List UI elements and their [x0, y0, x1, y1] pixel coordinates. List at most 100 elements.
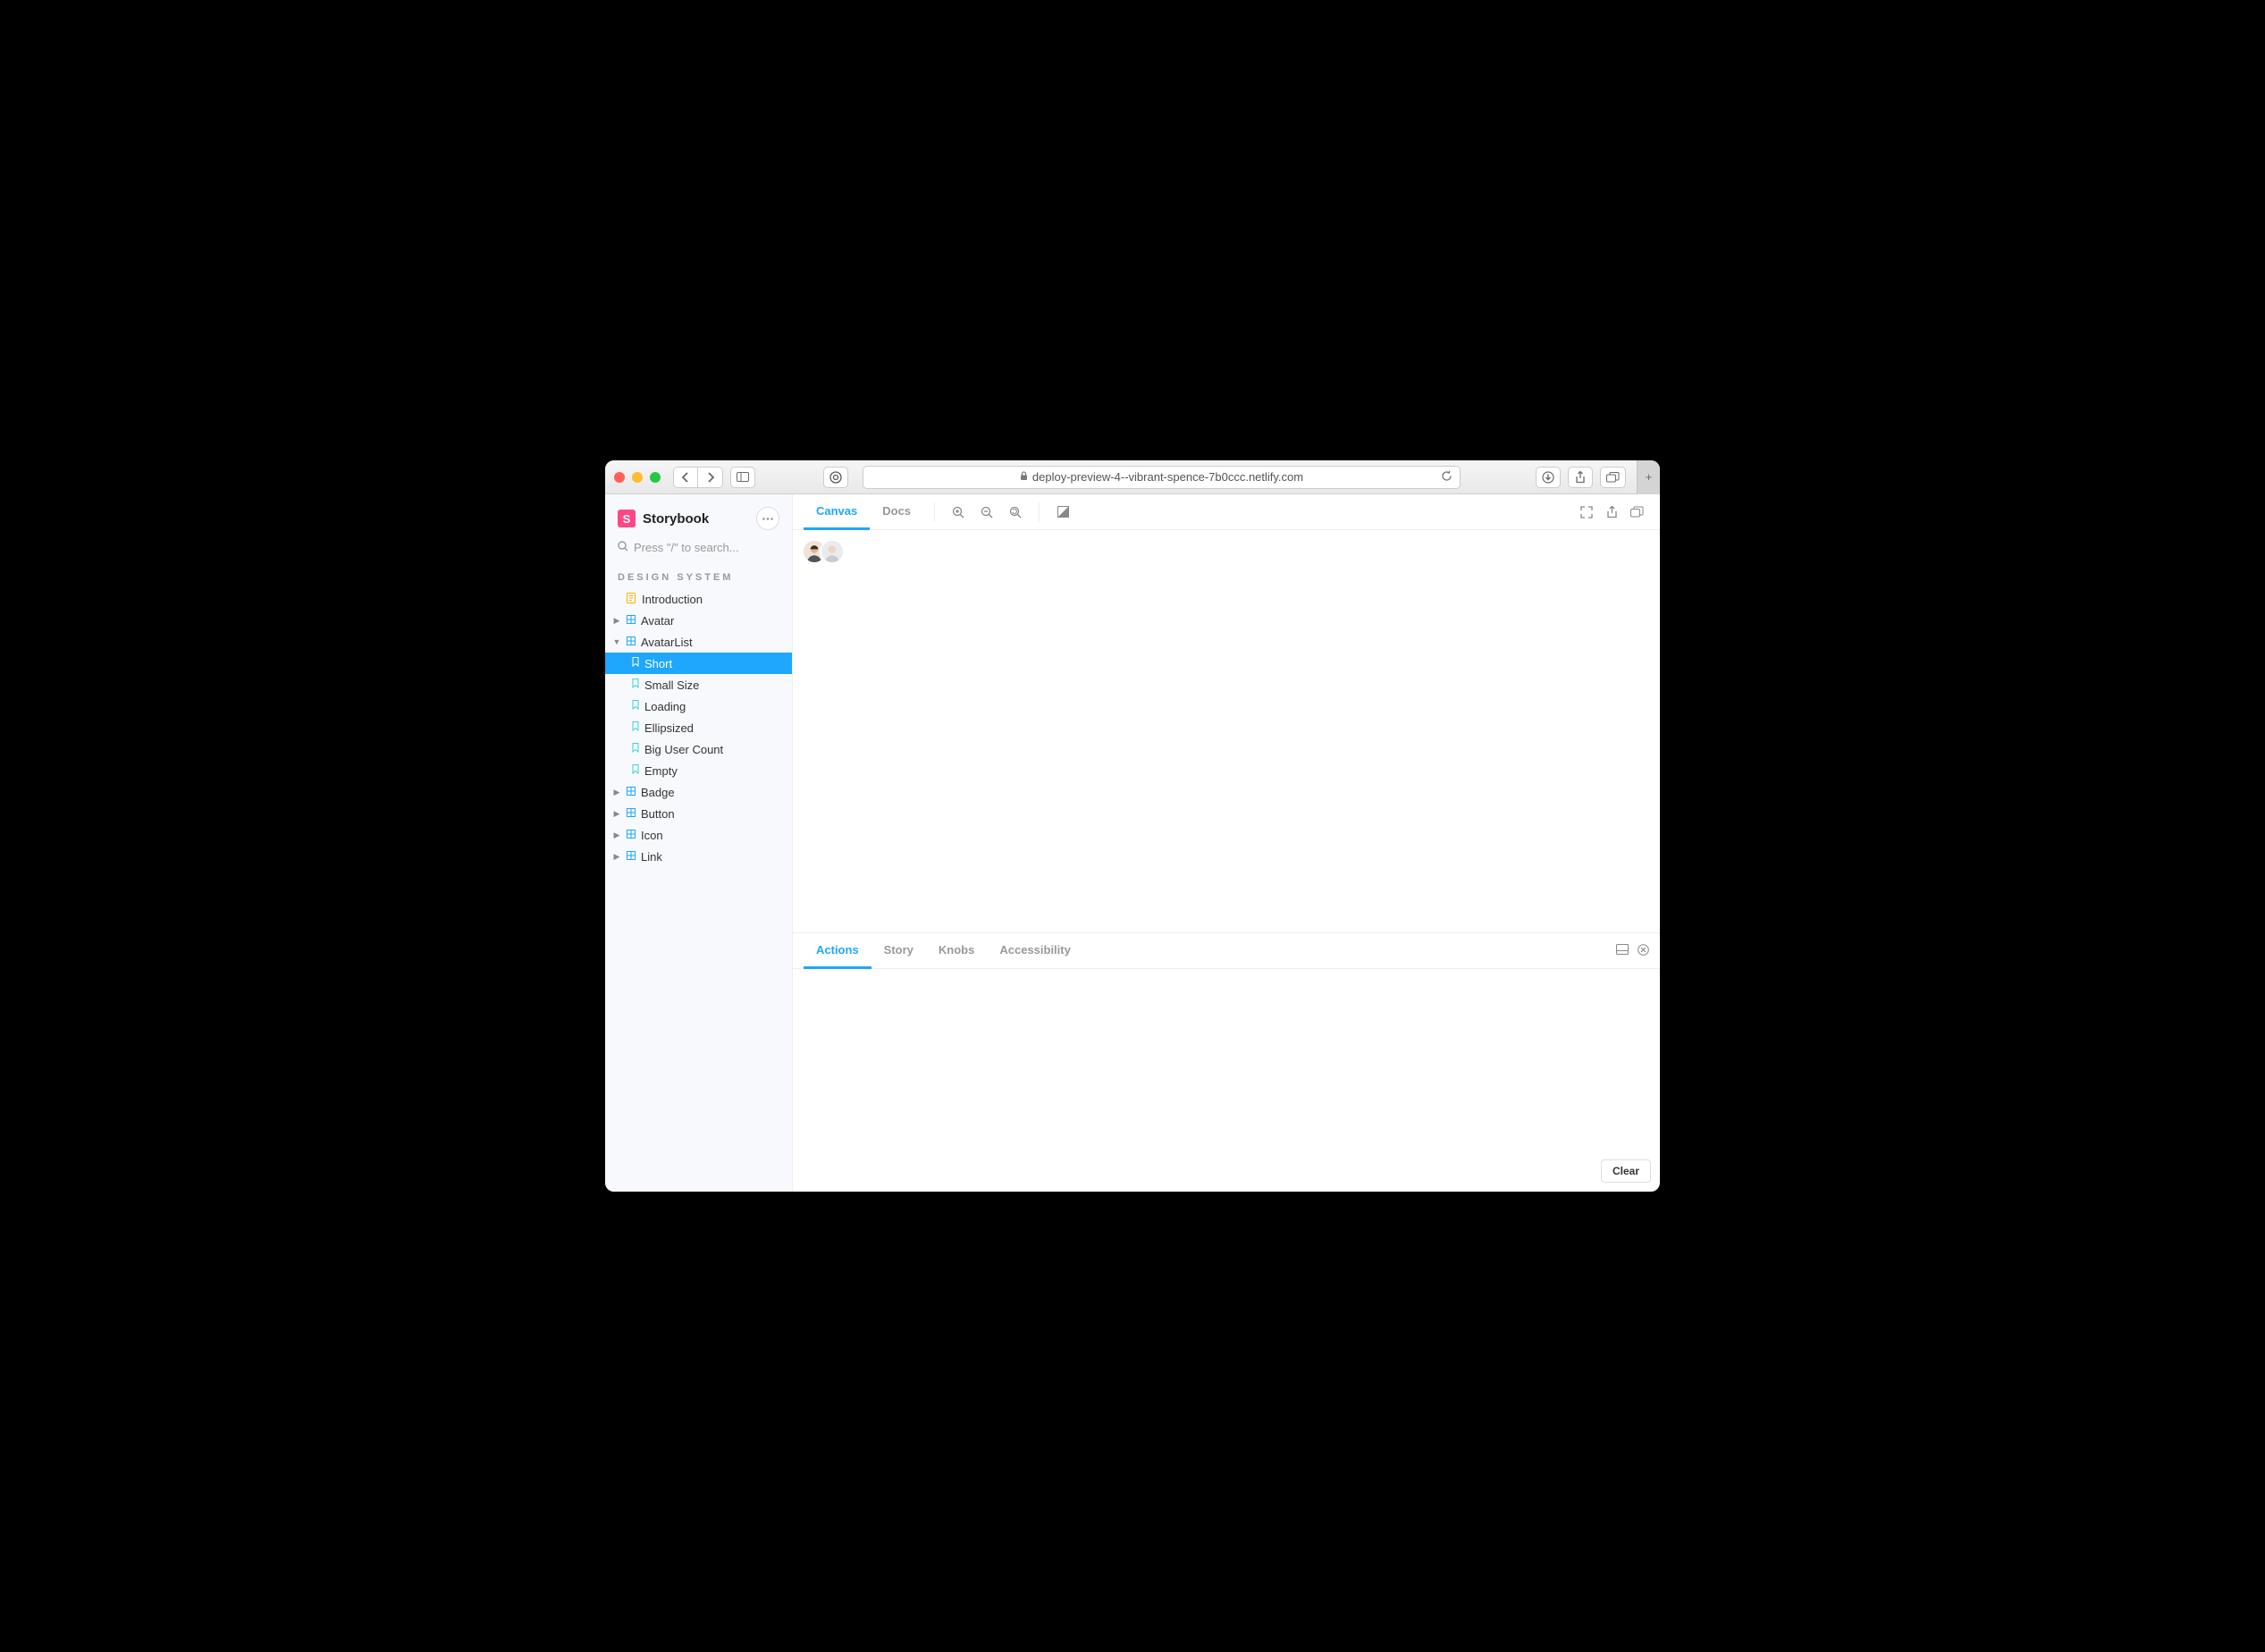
sidebar-header: S Storybook — [605, 494, 792, 539]
downloads-button[interactable] — [1536, 467, 1561, 488]
component-icon — [627, 615, 636, 627]
open-isolated-button[interactable] — [1599, 500, 1624, 525]
sidebar: S Storybook DESIGN SYSTEM — [605, 494, 793, 1192]
search-input[interactable] — [634, 541, 791, 554]
sidebar-item-label: Loading — [644, 700, 686, 713]
sidebar-item-introduction[interactable]: Introduction — [605, 588, 792, 610]
caret-right-icon: ▶ — [612, 809, 621, 819]
component-icon — [627, 808, 636, 820]
sidebar-item-loading[interactable]: Loading — [605, 695, 792, 717]
panel-orientation-button[interactable] — [1616, 944, 1629, 958]
sidebar-item-ellipsized[interactable]: Ellipsized — [605, 717, 792, 738]
back-button[interactable] — [673, 467, 698, 488]
sidebar-item-icon[interactable]: ▶ Icon — [605, 824, 792, 846]
zoom-out-button[interactable] — [974, 500, 999, 525]
sidebar-item-label: Avatar — [641, 614, 674, 628]
sidebar-item-label: Short — [644, 657, 672, 670]
tabs-button[interactable] — [1600, 467, 1626, 488]
sidebar-item-link[interactable]: ▶ Link — [605, 846, 792, 867]
sidebar-item-button[interactable]: ▶ Button — [605, 803, 792, 824]
sidebar-item-label: AvatarList — [641, 636, 693, 649]
sidebar-toggle-button[interactable] — [730, 467, 755, 488]
tree: Introduction ▶ Avatar ▼ AvatarList — [605, 588, 792, 867]
nav-buttons — [673, 467, 723, 488]
sidebar-item-label: Introduction — [642, 593, 703, 606]
reload-icon[interactable] — [1441, 470, 1452, 485]
tab-accessibility[interactable]: Accessibility — [987, 933, 1083, 969]
clear-button[interactable]: Clear — [1601, 1159, 1651, 1183]
privacy-report-button[interactable] — [823, 467, 848, 488]
view-tabs: Canvas Docs — [804, 494, 923, 529]
main: Canvas Docs — [793, 494, 1660, 1192]
sidebar-item-label: Badge — [641, 786, 675, 799]
sidebar-item-avatar[interactable]: ▶ Avatar — [605, 610, 792, 631]
separator — [1039, 502, 1040, 522]
brand-name: Storybook — [643, 511, 709, 527]
close-window-button[interactable] — [614, 472, 625, 483]
tab-canvas[interactable]: Canvas — [804, 494, 870, 530]
fullscreen-button[interactable] — [1574, 500, 1599, 525]
sidebar-menu-button[interactable] — [756, 507, 779, 530]
sidebar-item-big-user-count[interactable]: Big User Count — [605, 738, 792, 760]
bookmark-icon — [632, 764, 639, 777]
zoom-in-button[interactable] — [946, 500, 971, 525]
component-icon — [627, 636, 636, 648]
share-button[interactable] — [1568, 467, 1593, 488]
maximize-window-button[interactable] — [650, 472, 661, 483]
caret-right-icon: ▶ — [612, 852, 621, 862]
sidebar-item-label: Button — [641, 807, 675, 821]
tab-knobs[interactable]: Knobs — [926, 933, 987, 969]
browser-window: deploy-preview-4--vibrant-spence-7b0ccc.… — [605, 460, 1660, 1192]
sidebar-item-label: Icon — [641, 829, 663, 842]
sidebar-item-short[interactable]: Short — [605, 653, 792, 674]
caret-right-icon: ▶ — [612, 616, 621, 626]
addons-tabs: Actions Story Knobs Accessibility — [793, 933, 1660, 969]
avatar-list — [802, 539, 1651, 564]
sidebar-item-avatarlist[interactable]: ▼ AvatarList — [605, 631, 792, 653]
sidebar-item-badge[interactable]: ▶ Badge — [605, 781, 792, 803]
forward-button[interactable] — [698, 467, 723, 488]
new-tab-button[interactable]: + — [1637, 460, 1660, 494]
background-button[interactable] — [1050, 500, 1075, 525]
search-icon — [618, 541, 628, 554]
component-icon — [627, 830, 636, 841]
close-panel-button[interactable] — [1638, 944, 1649, 958]
document-icon — [627, 593, 636, 606]
bookmark-icon — [632, 657, 639, 670]
bookmark-icon — [632, 700, 639, 712]
sidebar-item-small-size[interactable]: Small Size — [605, 674, 792, 695]
toolbar: Canvas Docs — [793, 494, 1660, 530]
traffic-lights — [614, 472, 661, 483]
bookmark-icon — [632, 743, 639, 755]
zoom-reset-button[interactable] — [1003, 500, 1028, 525]
copy-link-button[interactable] — [1624, 500, 1649, 525]
tab-story[interactable]: Story — [871, 933, 926, 969]
tab-actions[interactable]: Actions — [804, 933, 871, 969]
component-icon — [627, 851, 636, 863]
search[interactable] — [618, 541, 779, 554]
sidebar-item-label: Big User Count — [644, 743, 723, 756]
tab-docs[interactable]: Docs — [870, 494, 923, 530]
component-icon — [627, 787, 636, 798]
bookmark-icon — [632, 721, 639, 734]
avatar — [820, 539, 845, 564]
caret-right-icon: ▶ — [612, 830, 621, 840]
sidebar-item-label: Link — [641, 850, 662, 864]
separator — [934, 502, 935, 522]
titlebar: deploy-preview-4--vibrant-spence-7b0ccc.… — [605, 460, 1660, 494]
storybook-logo-icon: S — [618, 510, 636, 527]
canvas — [793, 530, 1660, 932]
minimize-window-button[interactable] — [632, 472, 643, 483]
sidebar-item-label: Small Size — [644, 678, 699, 692]
sidebar-item-label: Empty — [644, 764, 678, 778]
bookmark-icon — [632, 678, 639, 691]
lock-icon — [1020, 471, 1028, 484]
caret-right-icon: ▶ — [612, 788, 621, 797]
url-bar[interactable]: deploy-preview-4--vibrant-spence-7b0ccc.… — [863, 466, 1461, 489]
sidebar-item-empty[interactable]: Empty — [605, 760, 792, 781]
addons-panel: Actions Story Knobs Accessibility — [793, 932, 1660, 1192]
sidebar-item-label: Ellipsized — [644, 721, 694, 735]
section-label: DESIGN SYSTEM — [605, 563, 792, 588]
caret-down-icon: ▼ — [612, 637, 621, 646]
url-text: deploy-preview-4--vibrant-spence-7b0ccc.… — [1032, 470, 1303, 484]
